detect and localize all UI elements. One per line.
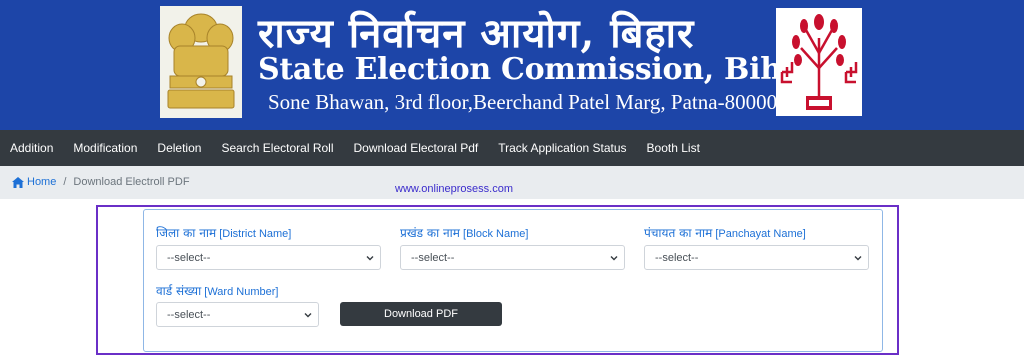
watermark-text: www.onlineprosess.com [395, 183, 513, 195]
block-select-value: --select-- [411, 251, 455, 264]
ward-select[interactable]: --select-- [156, 302, 319, 327]
block-label-english: [Block Name] [463, 228, 529, 240]
block-label-hindi: प्रखंड का नाम [400, 226, 460, 240]
nav-item-deletion[interactable]: Deletion [147, 130, 211, 166]
commission-address: Sone Bhawan, 3rd floor,Beerchand Patel M… [268, 90, 788, 114]
ward-select-value: --select-- [167, 308, 211, 321]
commission-title-english: State Election Commission, Bihar [258, 52, 817, 87]
home-icon [12, 176, 24, 188]
nav-item-track-application-status[interactable]: Track Application Status [488, 130, 636, 166]
panchayat-label-english: [Panchayat Name] [715, 228, 806, 240]
header-banner: राज्य निर्वाचन आयोग, बिहार State Electio… [0, 0, 1024, 130]
block-select[interactable]: --select-- [400, 245, 625, 270]
download-pdf-button[interactable]: Download PDF [340, 302, 502, 326]
block-label: प्रखंड का नाम [Block Name] [400, 224, 528, 241]
nav-item-download-electoral-pdf[interactable]: Download Electoral Pdf [344, 130, 489, 166]
district-select[interactable]: --select-- [156, 245, 381, 270]
ward-label: वार्ड संख्या [Ward Number] [156, 282, 278, 299]
district-select-value: --select-- [167, 251, 211, 264]
chevron-down-icon [366, 256, 374, 261]
panchayat-label: पंचायत का नाम [Panchayat Name] [644, 224, 806, 241]
breadcrumb-separator: / [63, 176, 67, 188]
nav-item-booth-list[interactable]: Booth List [637, 130, 710, 166]
chevron-down-icon [854, 256, 862, 261]
panchayat-select-value: --select-- [655, 251, 699, 264]
commission-title-hindi: राज्य निर्वाचन आयोग, बिहार [258, 10, 695, 57]
main-navbar: Addition Modification Deletion Search El… [0, 130, 1024, 166]
breadcrumb-home-label: Home [27, 176, 57, 188]
chevron-down-icon [610, 256, 618, 261]
chevron-down-icon [304, 313, 312, 318]
breadcrumb-current: Download Electroll PDF [73, 176, 190, 188]
breadcrumb-home-link[interactable]: Home [12, 176, 56, 188]
district-label-hindi: जिला का नाम [156, 226, 217, 240]
ward-label-english: [Ward Number] [204, 286, 279, 298]
ashoka-emblem-icon [160, 6, 242, 118]
nav-item-modification[interactable]: Modification [63, 130, 147, 166]
ward-label-hindi: वार्ड संख्या [156, 284, 202, 298]
panchayat-label-hindi: पंचायत का नाम [644, 226, 713, 240]
district-label-english: [District Name] [219, 228, 292, 240]
breadcrumb: Home / Download Electroll PDF [12, 176, 190, 188]
nav-item-search-electoral-roll[interactable]: Search Electoral Roll [211, 130, 343, 166]
district-label: जिला का नाम [District Name] [156, 224, 291, 241]
bihar-emblem-icon [776, 8, 862, 116]
panchayat-select[interactable]: --select-- [644, 245, 869, 270]
nav-item-addition[interactable]: Addition [0, 130, 63, 166]
